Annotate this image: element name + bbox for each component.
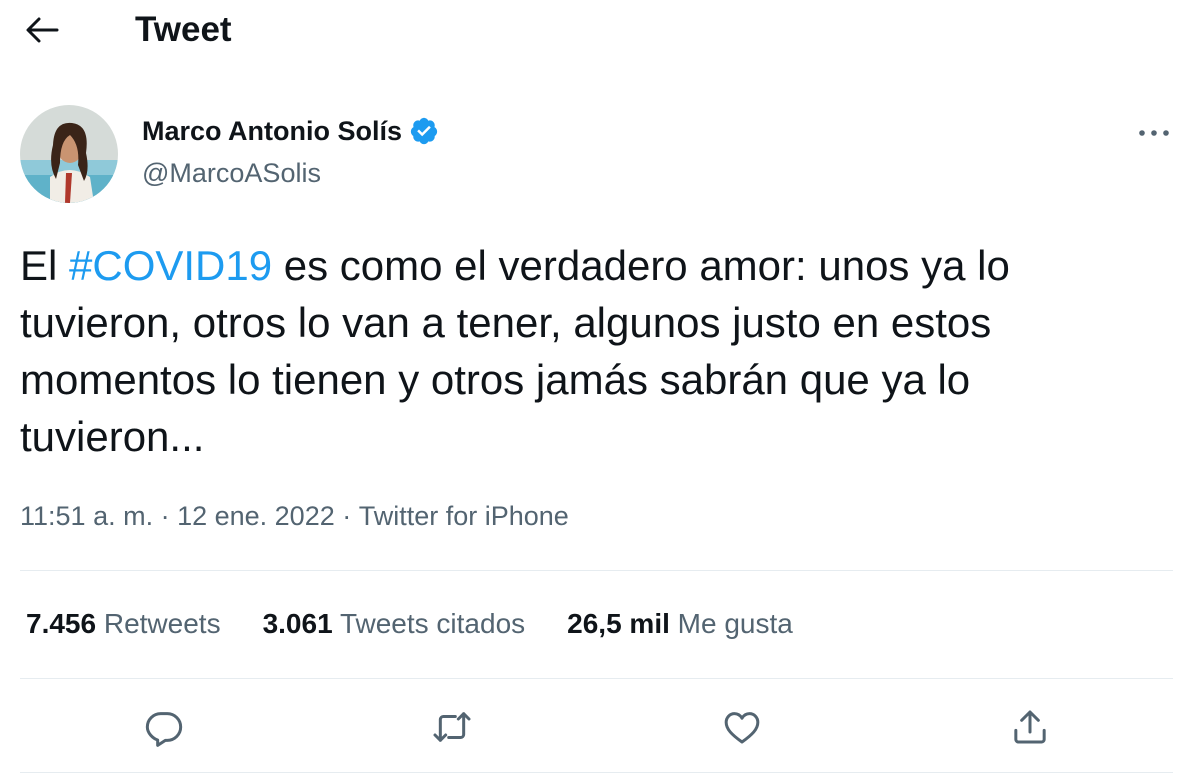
likes-label: Me gusta: [677, 608, 793, 639]
author-name[interactable]: Marco Antonio Solís: [142, 114, 439, 148]
page-title: Tweet: [135, 10, 232, 49]
author-handle[interactable]: @MarcoASolis: [142, 157, 321, 189]
back-button[interactable]: [18, 8, 66, 52]
share-icon: [1014, 710, 1046, 744]
share-button[interactable]: [1004, 701, 1056, 753]
quotes-count: 3.061: [262, 608, 333, 639]
meta-separator: ·: [153, 501, 178, 531]
tweet-date[interactable]: 12 ene. 2022: [177, 498, 335, 534]
quotes-label: Tweets citados: [339, 608, 526, 639]
reply-button[interactable]: [138, 701, 190, 753]
divider: [20, 678, 1173, 679]
retweets-label: Retweets: [103, 608, 221, 639]
hashtag-link[interactable]: #COVID19: [69, 242, 272, 289]
back-arrow-icon: [26, 17, 59, 43]
verified-badge-icon: [410, 117, 438, 145]
likes-count: 26,5 mil: [567, 608, 670, 639]
retweet-icon: [433, 712, 471, 742]
tweet-text: El #COVID19 es como el verdadero amor: u…: [20, 237, 1150, 465]
reply-icon: [145, 712, 183, 747]
retweet-button[interactable]: [426, 701, 478, 753]
meta-separator: ·: [334, 501, 359, 531]
tweet-stats: 7.456 Retweets 3.061 Tweets citados 26,5…: [26, 605, 835, 643]
more-options-button[interactable]: [1128, 116, 1180, 150]
more-dots-icon: [1139, 130, 1169, 136]
tweet-time[interactable]: 11:51 a. m.: [20, 498, 153, 534]
avatar[interactable]: [20, 105, 118, 203]
divider: [20, 570, 1173, 571]
like-button[interactable]: [716, 701, 768, 753]
tweet-meta: 11:51 a. m. · 12 ene. 2022 · Twitter for…: [20, 498, 569, 534]
tweet-text-before: El: [20, 242, 70, 289]
heart-icon: [724, 712, 760, 744]
retweets-count: 7.456: [26, 608, 97, 639]
avatar-image: [20, 105, 118, 203]
likes-stat[interactable]: 26,5 mil Me gusta: [567, 605, 793, 643]
divider: [20, 772, 1173, 773]
author-name-text: Marco Antonio Solís: [142, 116, 403, 146]
quotes-stat[interactable]: 3.061 Tweets citados: [263, 605, 526, 643]
tweet-source[interactable]: Twitter for iPhone: [359, 498, 569, 534]
retweets-stat[interactable]: 7.456 Retweets: [26, 605, 221, 643]
